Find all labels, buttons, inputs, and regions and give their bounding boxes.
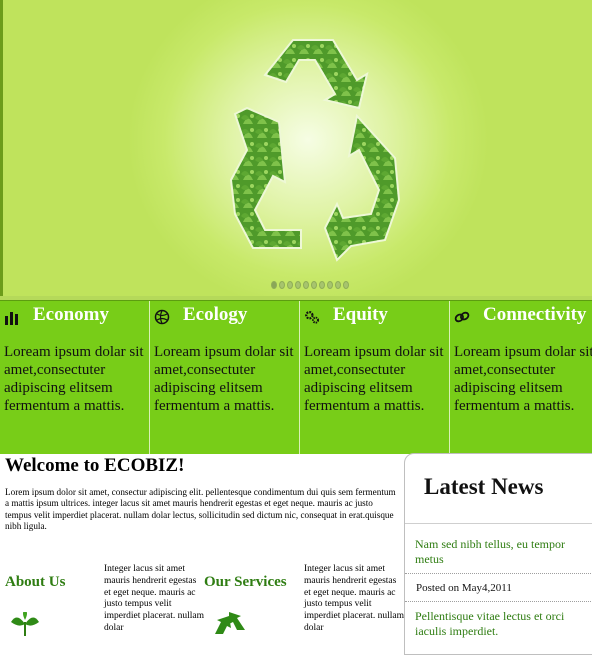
recycle-graphic — [229, 39, 401, 262]
bar-chart-icon — [5, 312, 18, 325]
feature-equity: Equity Loream ipsum dolar sit amet,conse… — [300, 301, 450, 454]
feature-text: Loream ipsum dolar sit amet,consectuter … — [4, 344, 144, 414]
feature-title: Equity — [333, 304, 388, 325]
slider-dot[interactable] — [327, 281, 333, 289]
slider-dot[interactable] — [343, 281, 349, 289]
slider-dot[interactable] — [279, 281, 285, 289]
feature-text: Loream ipsum dolar sit amet,consectuter … — [454, 344, 592, 414]
feature-text: Loream ipsum dolar sit amet,consectuter … — [304, 344, 444, 414]
slider-dot[interactable] — [295, 281, 301, 289]
news-link[interactable]: Pellentisque vitae lectus et orci iaculi… — [415, 609, 592, 639]
feature-ecology: Ecology Loream ipsum dolar sit amet,cons… — [150, 301, 300, 454]
recycle-icon — [215, 612, 245, 634]
hero-banner — [0, 0, 592, 300]
feature-title: Connectivity — [483, 304, 587, 325]
welcome-text: Lorem ipsum dolor sit amet, consectur ad… — [5, 487, 396, 531]
latest-news-title: Latest News — [424, 474, 544, 499]
our-services-text: Integer lacus sit amet mauris hendrerit … — [304, 564, 404, 633]
feature-text: Loream ipsum dolar sit amet,consectuter … — [154, 344, 294, 414]
slider-dots — [271, 281, 349, 289]
leaf-icon — [11, 612, 39, 636]
feature-title: Economy — [33, 304, 109, 325]
latest-news-panel: Latest News Nam sed nibh tellus, eu temp… — [404, 453, 592, 655]
news-link[interactable]: Nam sed nibh tellus, eu tempor metus — [415, 537, 592, 567]
link-icon — [454, 311, 470, 323]
welcome-heading: Welcome to ECOBIZ! — [5, 455, 185, 476]
divider — [405, 573, 592, 574]
news-date: Posted on May4,2011 — [416, 582, 512, 594]
our-services-heading[interactable]: Our Services — [204, 574, 287, 591]
slider-dot[interactable] — [335, 281, 341, 289]
globe-icon — [154, 309, 170, 325]
divider — [405, 601, 592, 602]
feature-connectivity: Connectivity Loream ipsum dolar sit amet… — [450, 301, 592, 454]
gears-icon — [305, 311, 320, 324]
features-bar: Economy Loream ipsum dolar sit amet,cons… — [0, 300, 592, 454]
slider-dot[interactable] — [271, 281, 277, 289]
slider-dot[interactable] — [319, 281, 325, 289]
about-us-text: Integer lacus sit amet mauris hendrerit … — [104, 564, 204, 633]
about-us-heading[interactable]: About Us — [5, 574, 65, 591]
slider-dot[interactable] — [287, 281, 293, 289]
divider — [405, 523, 592, 524]
slider-dot[interactable] — [303, 281, 309, 289]
slider-dot[interactable] — [311, 281, 317, 289]
feature-title: Ecology — [183, 304, 248, 325]
feature-economy: Economy Loream ipsum dolar sit amet,cons… — [0, 301, 150, 454]
